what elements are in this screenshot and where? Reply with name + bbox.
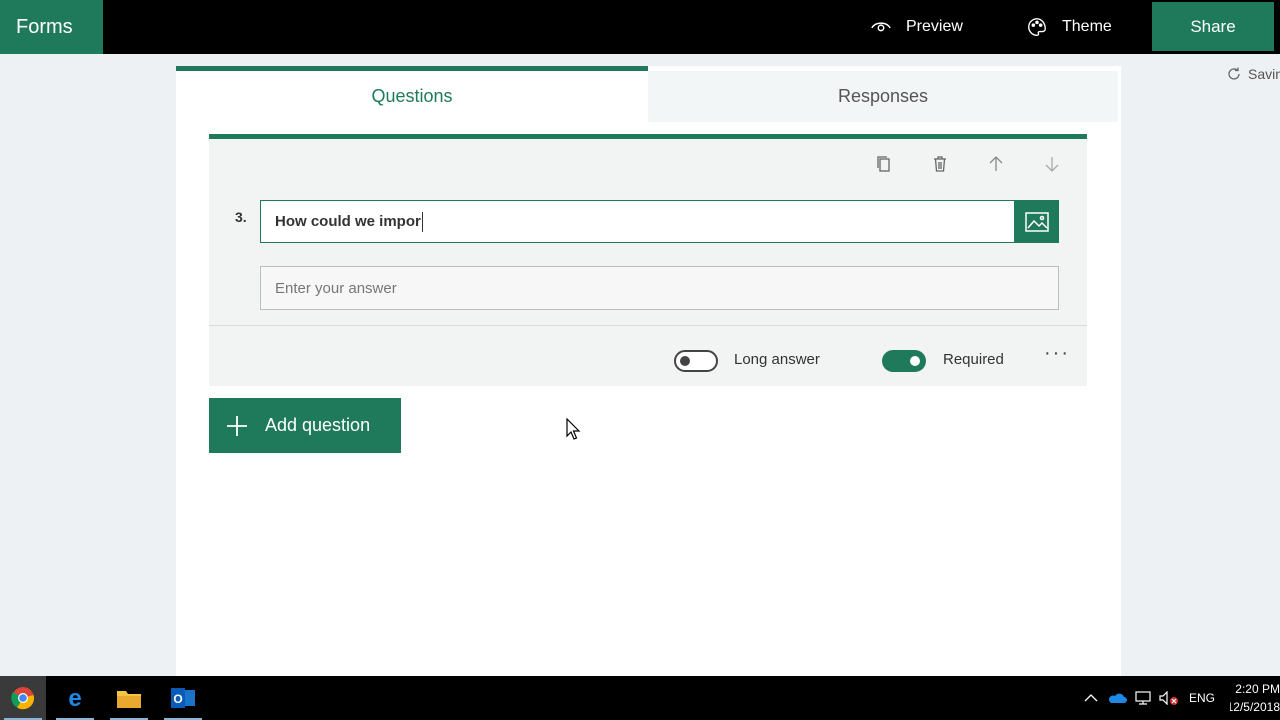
question-card[interactable]: 3. How could we impor Enter your answer … bbox=[209, 134, 1087, 386]
required-label: Required bbox=[943, 351, 1004, 368]
preview-button[interactable]: Preview bbox=[870, 0, 963, 54]
chrome-icon[interactable] bbox=[0, 676, 46, 720]
top-bar: Forms Preview Theme Share bbox=[0, 0, 1280, 54]
language-indicator[interactable]: ENG bbox=[1182, 691, 1222, 705]
tab-responses[interactable]: Responses bbox=[648, 71, 1118, 122]
edge-icon[interactable]: e bbox=[52, 676, 98, 720]
form-panel: Questions Responses 3. How could we impo… bbox=[176, 66, 1121, 676]
long-answer-label: Long answer bbox=[734, 351, 820, 368]
network-icon[interactable] bbox=[1130, 691, 1156, 705]
share-button[interactable]: Share bbox=[1152, 2, 1274, 51]
file-explorer-icon[interactable] bbox=[106, 676, 152, 720]
saving-text: Saving bbox=[1248, 66, 1280, 82]
saving-indicator: Saving bbox=[1226, 66, 1280, 82]
app-brand[interactable]: Forms bbox=[0, 0, 103, 54]
add-question-button[interactable]: Add question bbox=[209, 398, 401, 453]
preview-label: Preview bbox=[906, 18, 963, 35]
eye-icon bbox=[871, 22, 891, 32]
question-footer: Long answer Required ··· bbox=[209, 325, 1087, 386]
text-caret bbox=[421, 211, 423, 232]
add-question-label: Add question bbox=[265, 415, 371, 435]
tab-questions[interactable]: Questions bbox=[176, 66, 648, 122]
question-number: 3. bbox=[235, 209, 247, 225]
svg-text:O: O bbox=[173, 692, 182, 706]
answer-placeholder: Enter your answer bbox=[275, 279, 397, 297]
onedrive-icon[interactable] bbox=[1104, 692, 1130, 704]
more-options-icon[interactable]: ··· bbox=[1044, 342, 1070, 365]
tab-responses-label: Responses bbox=[837, 86, 929, 106]
sync-icon bbox=[1228, 67, 1240, 80]
long-answer-toggle[interactable] bbox=[674, 350, 718, 372]
clock[interactable]: 2:20 PM 12/5/2018 bbox=[1230, 680, 1280, 716]
answer-field: Enter your answer bbox=[260, 266, 1059, 310]
chevron-up-icon[interactable] bbox=[1078, 693, 1104, 703]
image-icon bbox=[1024, 211, 1049, 232]
app-name: Forms bbox=[16, 15, 73, 38]
palette-icon bbox=[1028, 18, 1046, 36]
volume-muted-icon[interactable] bbox=[1156, 691, 1182, 705]
question-toolbar bbox=[873, 153, 1063, 175]
system-tray: ENG 2:20 PM 12/5/2018 bbox=[1078, 676, 1280, 720]
delete-icon[interactable] bbox=[929, 153, 951, 175]
insert-image-button[interactable] bbox=[1014, 200, 1059, 243]
tab-questions-label: Questions bbox=[371, 86, 453, 106]
tab-bar: Questions Responses bbox=[176, 66, 1121, 122]
theme-label: Theme bbox=[1062, 18, 1112, 35]
question-title-input[interactable]: How could we impor bbox=[260, 200, 1015, 243]
required-toggle[interactable] bbox=[882, 350, 926, 372]
outlook-icon[interactable]: O bbox=[160, 676, 206, 720]
taskbar: e O ENG 2:20 PM 12/5/2018 bbox=[0, 676, 1280, 720]
mouse-cursor-icon bbox=[566, 418, 581, 440]
clock-date: 12/5/2018 bbox=[1230, 700, 1280, 714]
move-down-icon[interactable] bbox=[1041, 153, 1063, 175]
clock-time: 2:20 PM bbox=[1235, 682, 1280, 696]
share-label: Share bbox=[1190, 16, 1236, 36]
copy-icon[interactable] bbox=[873, 153, 895, 175]
plus-icon bbox=[227, 415, 247, 436]
theme-button[interactable]: Theme bbox=[1026, 0, 1112, 54]
question-title-text: How could we impor bbox=[275, 213, 421, 230]
move-up-icon[interactable] bbox=[985, 153, 1007, 175]
svg-text:e: e bbox=[68, 686, 81, 710]
